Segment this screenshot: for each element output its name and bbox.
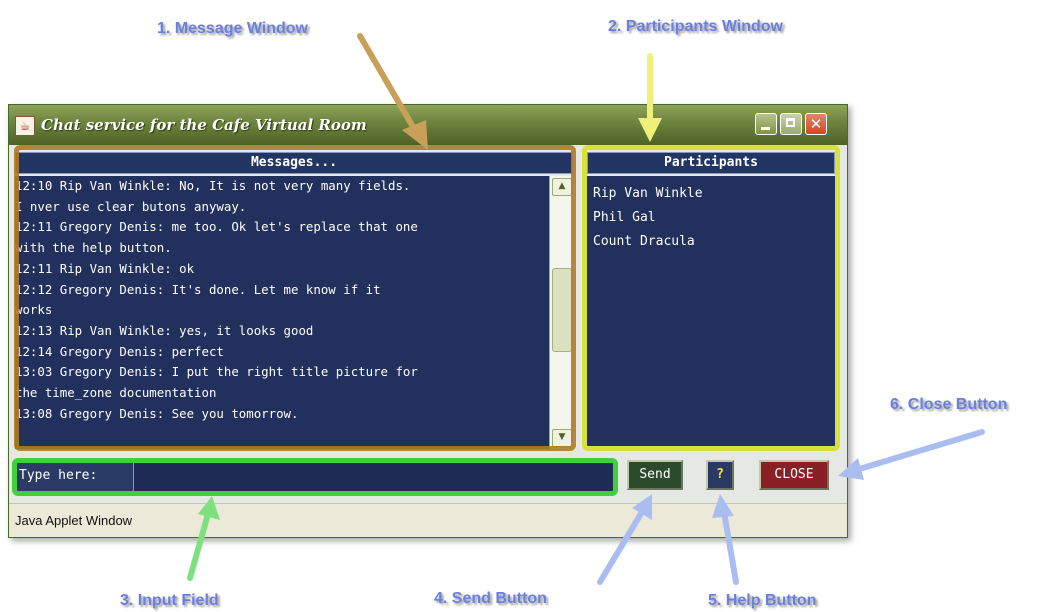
- arrow-input-field: [187, 496, 220, 581]
- callout-arrows: [187, 33, 985, 585]
- arrow-help-button: [712, 494, 739, 585]
- arrow-send-button: [597, 494, 652, 585]
- arrow-message-window: [357, 33, 428, 150]
- arrow-participants-window: [638, 53, 662, 142]
- arrow-close-button: [838, 429, 985, 480]
